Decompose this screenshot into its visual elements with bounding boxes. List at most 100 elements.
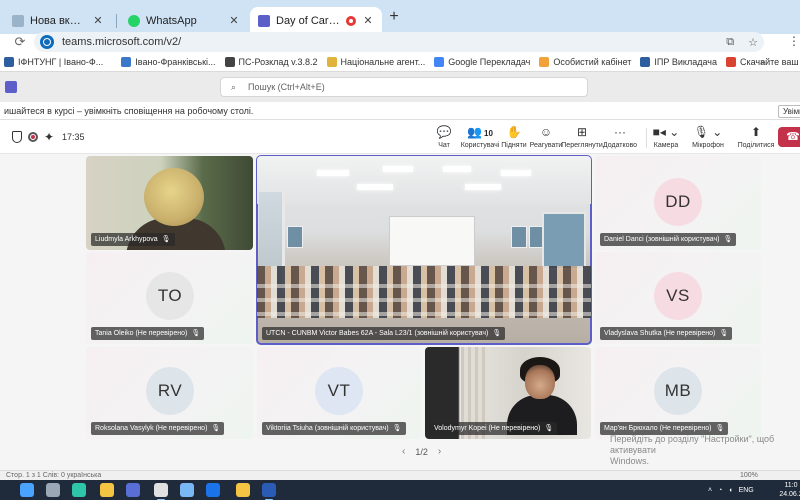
browser-menu-icon[interactable]: ⋮: [788, 34, 800, 48]
enable-notifications-button[interactable]: Увімк: [778, 105, 800, 118]
mic-button[interactable]: 🎙 ⌄ Мікрофон: [690, 125, 726, 149]
participant-tile[interactable]: VS Vladyslava Shutka (Не перевірено) 🎙: [595, 252, 761, 344]
outlook-icon[interactable]: [206, 483, 220, 497]
language-indicator[interactable]: ENG: [739, 487, 754, 494]
close-tab-icon[interactable]: ✕: [362, 14, 374, 27]
chrome-icon[interactable]: [154, 483, 168, 500]
bookmark-item[interactable]: Особистий кабінет: [539, 56, 631, 67]
participant-name: Viktoriia Tsiuha (зовнішній користувач) …: [262, 422, 406, 435]
room-whiteboard: [389, 216, 475, 266]
bookmark-favicon-icon: [121, 56, 132, 67]
word-icon[interactable]: [262, 483, 276, 500]
tab-teams-meeting[interactable]: Day of Carpathian Culture | ✕: [250, 7, 382, 34]
people-icon: 👥: [467, 125, 483, 139]
mic-muted-icon: 🎙: [191, 330, 201, 337]
bookmark-favicon-icon: [4, 56, 14, 67]
reload-icon[interactable]: ⟳: [12, 34, 28, 50]
tab-new-tab[interactable]: Нова вкладка ✕: [4, 7, 112, 34]
participant-name-text: Daniel Danci (зовнішній користувач): [604, 236, 720, 243]
activate-windows-line: Перейдіть до розділу "Настройки", щоб ак…: [610, 434, 775, 455]
react-button[interactable]: ☺ Реагувати: [528, 125, 564, 149]
close-tab-icon[interactable]: ✕: [92, 14, 104, 27]
participant-name: UTCN - CUNBM Victor Babes 62A - Sala L23…: [262, 327, 506, 340]
files-icon[interactable]: [236, 483, 250, 497]
new-tab-button[interactable]: +: [386, 9, 402, 26]
participant-name-text: Tania Oleiko (Не перевірено): [95, 330, 188, 337]
teams-logo-icon[interactable]: [5, 81, 17, 93]
background-status-bar: Стор. 1 з 1 Слів: 0 українська 100%: [0, 470, 800, 480]
chevron-left-icon[interactable]: ‹: [402, 446, 405, 457]
bookmark-item[interactable]: Національне агент...: [326, 56, 425, 67]
task-view-icon[interactable]: [46, 483, 60, 497]
meeting-toolbar: ✦ 17:35 💬 Чат 👥 10 Користувачі ✋ Підняти ☺ Реагу…: [0, 120, 800, 154]
participant-name: Volodymyr Kopei (Не перевірено) 🎙: [430, 422, 558, 435]
search-box[interactable]: ⌕ Пошук (Ctrl+Alt+E): [220, 77, 588, 97]
bookmark-favicon-icon: [539, 56, 550, 67]
url-text[interactable]: teams.microsoft.com/v2/: [62, 36, 718, 48]
raise-button[interactable]: ✋ Підняти: [496, 125, 532, 149]
phone-hangup-icon: ☎: [786, 131, 800, 143]
bookmark-item[interactable]: ПС-Розклад v.3.8.2: [224, 56, 318, 67]
notepad-icon[interactable]: [180, 483, 194, 497]
bookmark-item[interactable]: Google Перекладач: [434, 56, 530, 67]
address-bar[interactable]: teams.microsoft.com/v2/ ⧉ ☆: [34, 32, 764, 52]
participant-tile-room[interactable]: UTCN - CUNBM Victor Babes 62A - Sala L23…: [256, 155, 592, 345]
recording-icon[interactable]: [28, 132, 38, 142]
people-button[interactable]: 👥 10 Користувачі: [461, 125, 500, 149]
bookmark-star-icon[interactable]: ☆: [748, 36, 758, 49]
participant-tile[interactable]: RV Roksolana Vasylyk (Не перевірено) 🎙: [86, 347, 253, 439]
participant-tile[interactable]: DD Daniel Danci (зовнішній користувач) 🎙: [595, 156, 761, 250]
avatar-initials: MB: [664, 381, 692, 400]
chat-button[interactable]: 💬 Чат: [426, 125, 462, 149]
room-light: [383, 166, 413, 172]
leave-call-button[interactable]: ☎: [778, 127, 800, 147]
room-light: [317, 170, 349, 176]
close-tab-icon[interactable]: ✕: [228, 14, 240, 27]
share-button[interactable]: ⬆ Поділитися: [738, 125, 775, 149]
view-button[interactable]: ⊞ Переглянути: [561, 125, 602, 149]
bookmark-favicon-icon: [725, 56, 736, 67]
bookmarks-overflow-icon[interactable]: »: [760, 57, 766, 68]
participant-tile[interactable]: VT Viktoriia Tsiuha (зовнішній користува…: [257, 347, 421, 439]
clock[interactable]: 11:0 24.06.2: [776, 481, 800, 499]
site-info-icon[interactable]: [40, 35, 54, 49]
shield-icon[interactable]: [12, 131, 22, 143]
teams-icon: [258, 14, 270, 27]
store-icon[interactable]: [126, 483, 140, 497]
participant-name: Daniel Danci (зовнішній користувач) 🎙: [600, 233, 737, 246]
bookmark-item[interactable]: Івано-Франківські...: [121, 56, 216, 67]
tab-whatsapp[interactable]: WhatsApp ✕: [120, 7, 248, 34]
edge-icon[interactable]: [72, 483, 86, 497]
chevron-up-icon[interactable]: ˄: [708, 487, 712, 494]
install-app-icon[interactable]: ⧉: [726, 36, 734, 49]
participant-name-text: Vladyslava Shutka (Не перевірено): [604, 330, 716, 337]
participant-tile[interactable]: Liudmyla Arkhypova 🎙: [86, 156, 253, 250]
participant-tile[interactable]: MB Мар'ян Брюхало (Не перевірено) 🎙: [595, 347, 761, 439]
windows-start-icon[interactable]: [20, 483, 34, 497]
participant-tile[interactable]: Volodymyr Kopei (Не перевірено) 🎙: [425, 347, 591, 439]
bookmark-favicon-icon: [224, 56, 235, 67]
chevron-right-icon[interactable]: ›: [438, 446, 441, 457]
status-zoom: 100%: [740, 472, 758, 479]
file-explorer-icon[interactable]: [100, 483, 114, 497]
toolbar-button-label: Мікрофон: [692, 142, 724, 149]
volume-icon[interactable]: ◖: [728, 487, 732, 494]
network-icon[interactable]: ◔: [718, 487, 722, 494]
participant-name: Vladyslava Shutka (Не перевірено) 🎙: [600, 327, 733, 340]
more-button[interactable]: ··· Додатково: [602, 125, 638, 149]
room-ceiling: [257, 156, 591, 204]
clock-date: 24.06.2: [779, 491, 800, 498]
notification-banner: ишайтеся в курсі – увімкніть сповіщення …: [0, 102, 800, 120]
copilot-sparkle-icon[interactable]: ✦: [44, 130, 54, 144]
bookmark-favicon-icon: [434, 56, 445, 67]
bookmark-item[interactable]: ІФНТУНГ | Івано-Ф...: [4, 56, 103, 67]
mic-muted-icon: 🎙: [544, 425, 554, 432]
participant-tile[interactable]: TO Tania Oleiko (Не перевірено) 🎙: [86, 252, 253, 344]
whatsapp-icon: [128, 14, 140, 27]
participant-name-text: UTCN - CUNBM Victor Babes 62A - Sala L23…: [266, 330, 489, 337]
camera-button[interactable]: ■◂ ⌄ Камера: [648, 125, 684, 149]
bookmark-item[interactable]: ІПР Викладача: [640, 56, 717, 67]
toolbar-button-label: Додатково: [602, 142, 638, 149]
room-light: [501, 170, 531, 176]
bookmark-favicon-icon: [640, 56, 651, 67]
